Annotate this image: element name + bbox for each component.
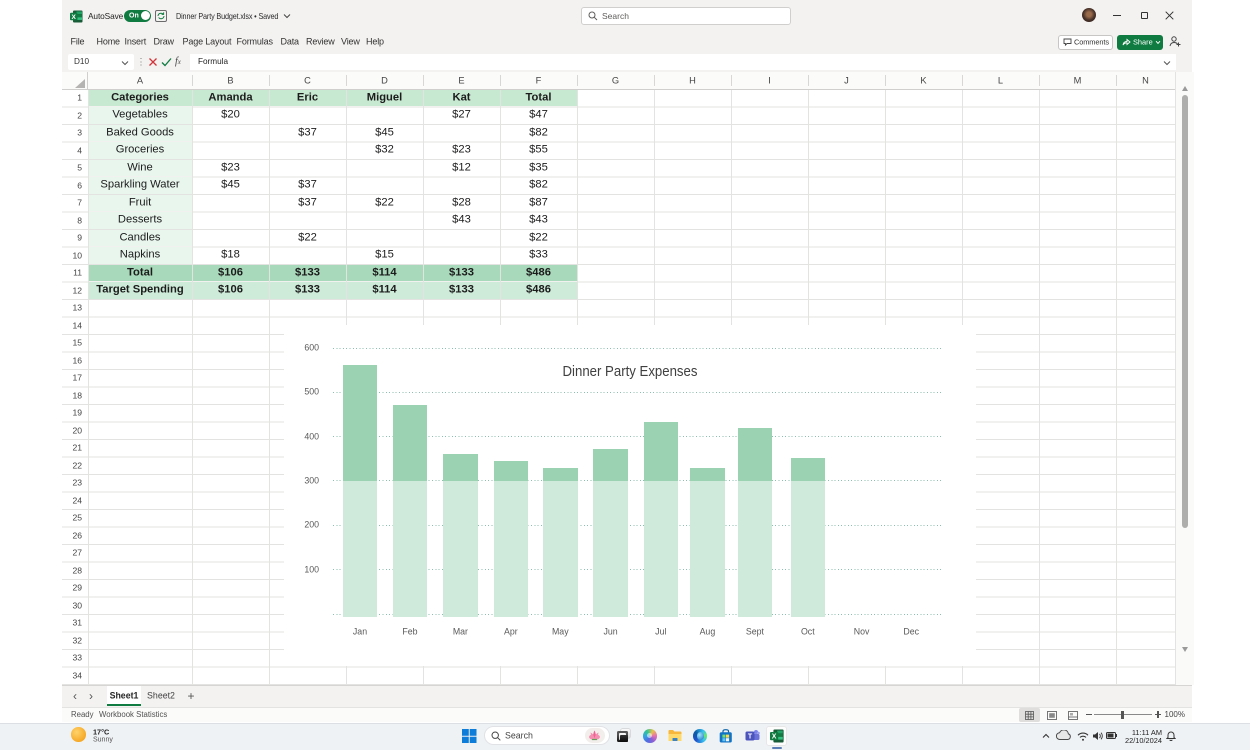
svg-text:T: T xyxy=(748,734,753,741)
svg-text:X: X xyxy=(771,733,776,740)
svg-text:X: X xyxy=(72,13,77,20)
